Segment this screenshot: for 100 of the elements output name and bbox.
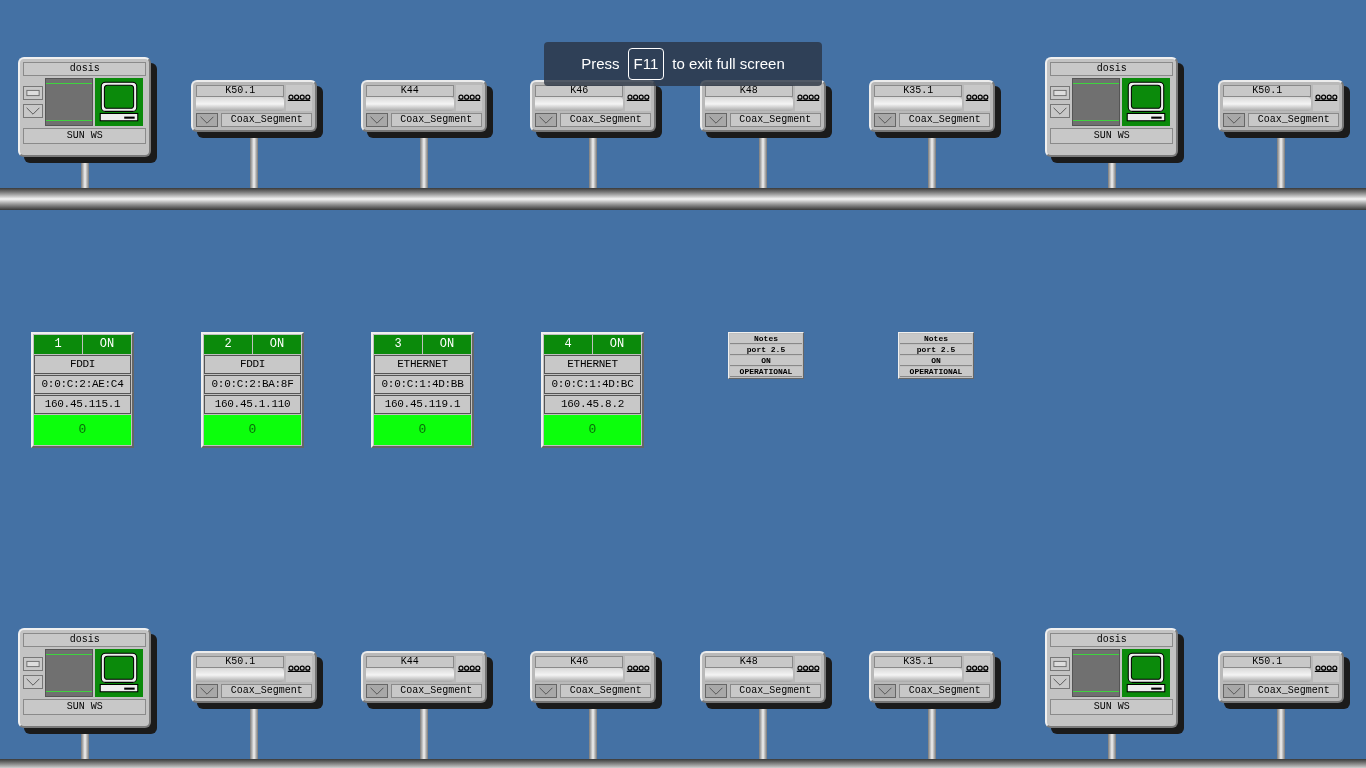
- caret-icon: [1226, 687, 1243, 695]
- dropdown-button[interactable]: [23, 675, 44, 689]
- coil-icon: [1314, 665, 1339, 673]
- port-label: port 2.5: [730, 345, 802, 355]
- workstation-name: dosis: [1050, 62, 1174, 76]
- port-type: FDDI: [34, 355, 131, 374]
- dropdown-button[interactable]: [1050, 104, 1071, 118]
- segment-type: Coax_Segment: [899, 684, 991, 698]
- port-type: ETHERNET: [374, 355, 471, 374]
- segment-name: K35.1: [874, 85, 963, 97]
- dropdown-button[interactable]: [535, 684, 558, 698]
- dropdown-button[interactable]: [196, 684, 219, 698]
- caret-icon: [368, 116, 385, 124]
- pipe: [1277, 138, 1286, 188]
- ip-address: 160.45.115.1: [34, 395, 131, 414]
- caret-icon: [1052, 107, 1069, 115]
- pipe: [80, 734, 89, 759]
- segment-name: K44: [365, 85, 454, 97]
- packet-count: 0: [204, 415, 301, 445]
- dropdown-button[interactable]: [365, 684, 388, 698]
- port-number: 1: [34, 335, 82, 354]
- segment-type: Coax_Segment: [1248, 113, 1340, 127]
- dropdown-button[interactable]: [535, 113, 558, 127]
- caret-icon: [877, 687, 894, 695]
- coil-icon: [287, 665, 312, 673]
- caret-icon: [199, 116, 216, 124]
- ip-address: 160.45.1.110: [204, 395, 301, 414]
- pipe: [80, 163, 89, 188]
- panel-button[interactable]: [1050, 86, 1071, 100]
- dropdown-button[interactable]: [196, 113, 219, 127]
- panel-button[interactable]: [1050, 657, 1071, 671]
- workstation-icon: [1122, 78, 1171, 126]
- port-state: ON: [900, 356, 972, 366]
- pipe: [250, 138, 259, 188]
- port-number: 4: [544, 335, 592, 354]
- rectangle-icon: [26, 660, 41, 668]
- coil-icon: [456, 665, 481, 673]
- caret-icon: [538, 116, 555, 124]
- dropdown-button[interactable]: [365, 113, 388, 127]
- port-state: ON: [593, 335, 641, 354]
- caret-icon: [25, 678, 42, 686]
- coil-icon: [965, 665, 990, 673]
- mac-address: 0:0:C:1:4D:BC: [544, 375, 641, 394]
- pipe: [419, 138, 428, 188]
- segment-name: K35.1: [874, 656, 963, 668]
- toast-text: Press: [581, 53, 620, 74]
- packet-count: 0: [544, 415, 641, 445]
- caret-icon: [25, 107, 42, 115]
- ip-address: 160.45.119.1: [374, 395, 471, 414]
- workstation-type: SUN WS: [23, 128, 147, 144]
- mac-address: 0:0:C:2:AE:C4: [34, 375, 131, 394]
- dropdown-button[interactable]: [874, 113, 897, 127]
- pipe: [589, 709, 598, 759]
- coil-icon: [287, 94, 312, 102]
- caret-icon: [199, 687, 216, 695]
- port-number: 2: [204, 335, 252, 354]
- pipe: [589, 138, 598, 188]
- workstation-icon: [95, 649, 144, 697]
- caret-icon: [707, 116, 724, 124]
- ip-address: 160.45.8.2: [544, 395, 641, 414]
- coil-icon: [795, 94, 820, 102]
- panel-button[interactable]: [23, 86, 44, 100]
- rectangle-icon: [1053, 89, 1068, 97]
- mac-address: 0:0:C:1:4D:BB: [374, 375, 471, 394]
- port-state: ON: [423, 335, 471, 354]
- dropdown-button[interactable]: [874, 684, 897, 698]
- segment-type: Coax_Segment: [729, 684, 821, 698]
- mac-address: 0:0:C:2:BA:8F: [204, 375, 301, 394]
- notes-title: Notes: [900, 334, 972, 344]
- packet-count: 0: [34, 415, 131, 445]
- segment-type: Coax_Segment: [390, 684, 482, 698]
- segment-type: Coax_Segment: [729, 113, 821, 127]
- port-state: ON: [253, 335, 301, 354]
- segment-name: K44: [365, 656, 454, 668]
- workstation-type: SUN WS: [1050, 699, 1174, 715]
- dropdown-button[interactable]: [23, 104, 44, 118]
- pipe: [1277, 709, 1286, 759]
- segment-type: Coax_Segment: [560, 684, 652, 698]
- display-panel: [1072, 78, 1121, 126]
- segment-name: K50.1: [196, 656, 285, 668]
- port-type: FDDI: [204, 355, 301, 374]
- coil-icon: [795, 665, 820, 673]
- dropdown-button[interactable]: [1050, 675, 1071, 689]
- pipe: [758, 138, 767, 188]
- dropdown-button[interactable]: [1223, 684, 1246, 698]
- rectangle-icon: [1053, 660, 1068, 668]
- coil-icon: [965, 94, 990, 102]
- segment-name: K50.1: [1223, 656, 1312, 668]
- dropdown-button[interactable]: [704, 684, 727, 698]
- segment-name: K50.1: [1223, 85, 1312, 97]
- dropdown-button[interactable]: [704, 113, 727, 127]
- coil-icon: [626, 665, 651, 673]
- panel-button[interactable]: [23, 657, 44, 671]
- dropdown-button[interactable]: [1223, 113, 1246, 127]
- key-label: F11: [627, 47, 665, 81]
- workstation-name: dosis: [23, 633, 147, 647]
- segment-name: K48: [704, 656, 793, 668]
- coil-icon: [456, 94, 481, 102]
- display-panel: [1072, 649, 1121, 697]
- workstation-icon: [1122, 649, 1171, 697]
